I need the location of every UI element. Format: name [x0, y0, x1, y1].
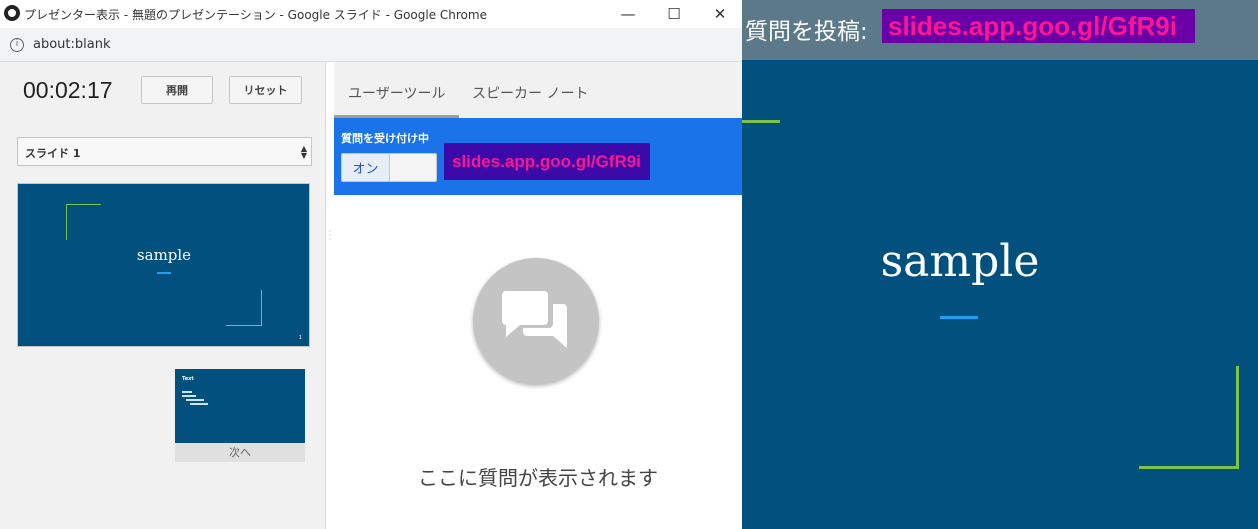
qa-panel: 質問を受け付け中 オン slides.app.goo.gl/GfR9i: [334, 118, 742, 195]
thumb-slide-number: 1: [298, 335, 302, 341]
pane-splitter[interactable]: · · ·: [327, 228, 333, 244]
maximize-button[interactable]: ☐: [651, 0, 697, 28]
corner-decoration-right: [1236, 366, 1239, 469]
corner-decoration-top: [742, 120, 780, 123]
thumb-corner: [66, 204, 101, 205]
qa-toggle[interactable]: オン: [341, 153, 437, 182]
presenter-left-pane: 00:02:17 再開 リセット スライド 1 ▲ ▼ sample 1 Text: [0, 62, 326, 529]
qa-url: slides.app.goo.gl/GfR9i: [444, 143, 650, 180]
window-titlebar: プレゼンター表示 - 無題のプレゼンテーション - Google スライド - …: [0, 0, 742, 28]
minimize-button[interactable]: —: [605, 0, 651, 28]
question-url: slides.app.goo.gl/GfR9i: [882, 9, 1195, 43]
thumb-corner: [66, 204, 67, 240]
tab-audience-tools[interactable]: ユーザーツール: [348, 83, 445, 103]
reset-button[interactable]: リセット: [229, 76, 302, 104]
next-button[interactable]: 次へ: [175, 443, 305, 462]
address-text: about:blank: [33, 37, 111, 52]
empty-questions-text: ここに質問が表示されます: [418, 466, 658, 490]
window-title: プレゼンター表示 - 無題のプレゼンテーション - Google スライド - …: [24, 8, 487, 22]
question-banner: 質問を投稿: slides.app.goo.gl/GfR9i: [742, 0, 1258, 60]
tool-tabs: ユーザーツール スピーカー ノート: [334, 62, 742, 118]
questions-icon: [473, 258, 599, 384]
qa-toggle-on[interactable]: オン: [342, 154, 390, 181]
presenter-window: プレゼンター表示 - 無題のプレゼンテーション - Google スライド - …: [0, 0, 742, 529]
next-thumb-bullets: [182, 391, 212, 407]
resume-button[interactable]: 再開: [141, 76, 213, 104]
qa-status-label: 質問を受け付け中: [341, 132, 429, 145]
slide-select-value: スライド 1: [25, 147, 81, 160]
presenter-right-pane: ユーザーツール スピーカー ノート 質問を受け付け中 オン slides.app…: [334, 62, 742, 529]
tab-speaker-notes[interactable]: スピーカー ノート: [472, 83, 588, 103]
slideshow-area: 質問を投稿: slides.app.goo.gl/GfR9i sample: [742, 0, 1258, 529]
slide-select[interactable]: スライド 1 ▲ ▼: [17, 137, 312, 166]
info-icon[interactable]: i: [10, 38, 24, 52]
thumb-title: sample: [136, 246, 192, 264]
timer-display: 00:02:17: [23, 77, 113, 103]
thumb-corner: [261, 290, 262, 326]
next-slide-thumbnail[interactable]: Text: [175, 369, 305, 443]
thumb-underline: [157, 272, 171, 274]
next-thumb-title: Text: [182, 376, 194, 382]
thumb-corner: [226, 325, 262, 326]
screen: 質問を投稿: slides.app.goo.gl/GfR9i sample プレ…: [0, 0, 1258, 529]
close-button[interactable]: ✕: [697, 0, 743, 28]
title-underline: [940, 316, 978, 319]
github-icon: [4, 5, 20, 21]
slide-title: sample: [880, 236, 1040, 287]
question-prefix: 質問を投稿:: [745, 19, 868, 45]
select-arrows-icon: ▲ ▼: [300, 144, 307, 160]
corner-decoration-bottom: [1139, 466, 1239, 469]
address-bar: i about:blank: [0, 28, 742, 62]
current-slide-thumbnail[interactable]: sample 1: [17, 183, 310, 347]
